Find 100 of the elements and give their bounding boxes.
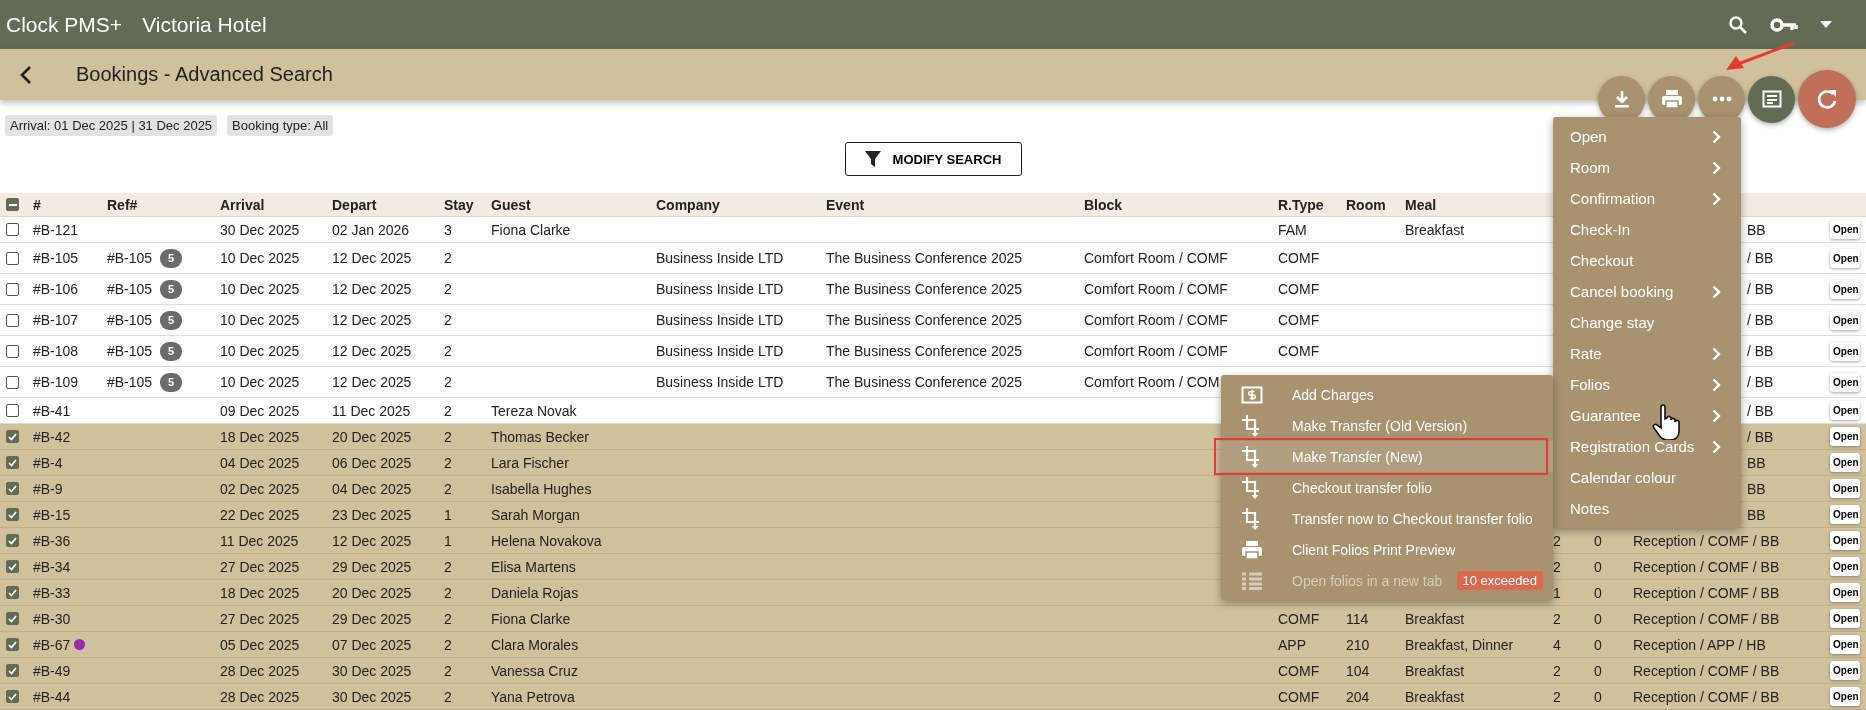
open-button[interactable]: Open [1830, 531, 1860, 550]
open-button[interactable]: Open [1830, 583, 1860, 602]
printer-icon [1241, 539, 1263, 560]
table-cell: / BB [1747, 281, 1774, 297]
table-row[interactable]: #B-44 28 Dec 2025 30 Dec 2025 2 Yana Petrova COMF 204 Breakfast 2 0 Reception / COMF / BB Open [0, 684, 1866, 710]
table-row[interactable]: #B-49 28 Dec 2025 30 Dec 2025 2 Vanessa Cruz COMF 104 Breakfast 2 0 Reception / COMF / BB Open [0, 658, 1866, 684]
table-cell: 30 Dec 2025 [220, 221, 300, 238]
table-cell: COMF [1278, 250, 1320, 266]
table-cell: COMF [1278, 688, 1320, 705]
table-cell: / BB [1747, 428, 1774, 445]
row-checkbox[interactable] [6, 508, 19, 521]
table-cell: #B-105 [33, 250, 79, 266]
table-cell: 12 Dec 2025 [332, 343, 412, 359]
table-cell: 04 Dec 2025 [220, 454, 300, 471]
open-button[interactable]: Open [1830, 557, 1860, 576]
open-button[interactable]: Open [1830, 427, 1860, 446]
refresh-button[interactable] [1798, 70, 1856, 128]
select-all-checkbox[interactable] [6, 198, 19, 211]
table-row[interactable]: #B-30 27 Dec 2025 29 Dec 2025 2 Fiona Clarke COMF 114 Breakfast 2 0 Reception / COMF / BB Open [0, 606, 1866, 632]
row-checkbox[interactable] [6, 612, 19, 625]
table-cell: 2 [444, 343, 452, 359]
open-button[interactable]: Open [1830, 248, 1860, 268]
table-cell: 04 Dec 2025 [332, 480, 412, 497]
table-cell: #B-4 [33, 454, 63, 471]
row-checkbox[interactable] [6, 638, 19, 651]
table-cell: 22 Dec 2025 [220, 506, 300, 523]
table-cell: 0 [1594, 610, 1602, 627]
open-button[interactable]: Open [1830, 220, 1860, 239]
row-checkbox[interactable] [6, 430, 19, 443]
open-button[interactable]: Open [1830, 279, 1860, 299]
modify-search-button[interactable]: MODIFY SEARCH [844, 142, 1022, 176]
open-button[interactable]: Open [1830, 505, 1860, 524]
open-button[interactable]: Open [1830, 341, 1860, 361]
table-cell: 06 Dec 2025 [332, 454, 412, 471]
table-cell: 2 [444, 250, 452, 266]
open-button[interactable]: Open [1830, 401, 1860, 420]
row-checkbox[interactable] [6, 282, 19, 296]
hand-cursor-icon [1652, 404, 1680, 440]
table-row[interactable]: #B-67 05 Dec 2025 07 Dec 2025 2 Clara Morales APP 210 Breakfast, Dinner 4 0 Reception / APP / HB Open [0, 632, 1866, 658]
table-cell: 210 [1346, 636, 1370, 653]
row-checkbox[interactable] [6, 586, 19, 599]
table-cell: 29 Dec 2025 [332, 610, 412, 627]
table-cell: Business Inside LTD [656, 250, 784, 266]
open-button[interactable]: Open [1830, 661, 1860, 680]
table-cell: 11 Dec 2025 [220, 532, 299, 549]
table-cell: Comfort Room / COMF [1084, 343, 1228, 359]
table-cell: #B-34 [33, 558, 71, 575]
table-cell: #B-107 [33, 312, 79, 328]
check-icon [8, 614, 17, 623]
row-checkbox[interactable] [6, 456, 19, 469]
table-cell: 2 [444, 312, 452, 328]
row-checkbox[interactable] [6, 375, 19, 389]
row-checkbox[interactable] [6, 534, 19, 547]
table-cell: 0 [1594, 584, 1602, 601]
row-checkbox[interactable] [6, 664, 19, 677]
table-cell: 12 Dec 2025 [332, 532, 412, 549]
back-icon[interactable] [20, 64, 32, 85]
column-header: Event [826, 196, 866, 213]
table-cell: 2 [1553, 558, 1561, 575]
table-cell: 0 [1594, 532, 1602, 549]
check-icon [8, 588, 17, 597]
table-cell: 1 [1553, 584, 1561, 601]
caret-icon[interactable] [1820, 21, 1832, 28]
open-button[interactable]: Open [1830, 372, 1860, 392]
check-icon [8, 666, 17, 675]
row-checkbox[interactable] [6, 313, 19, 327]
table-cell: 2 [1553, 532, 1561, 549]
row-checkbox[interactable] [6, 344, 19, 358]
open-button[interactable]: Open [1830, 609, 1860, 628]
table-cell: Helena Novakova [491, 532, 602, 549]
table-cell: 0 [1594, 558, 1602, 575]
filter-chip: Arrival: 01 Dec 2025 | 31 Dec 2025 [5, 115, 218, 136]
row-checkbox[interactable] [6, 482, 19, 495]
open-button[interactable]: Open [1830, 479, 1860, 498]
table-cell: 2 [444, 584, 452, 601]
open-button[interactable]: Open [1830, 635, 1860, 654]
table-cell: 11 Dec 2025 [332, 402, 411, 419]
table-cell: Breakfast [1405, 610, 1465, 627]
row-checkbox[interactable] [6, 404, 19, 417]
row-checkbox[interactable] [6, 223, 19, 236]
search-icon[interactable] [1728, 14, 1748, 35]
check-icon [8, 692, 17, 701]
table-cell: Reception / APP / HB [1633, 636, 1766, 653]
table-cell: Reception / COMF / BB [1633, 688, 1780, 705]
row-checkbox[interactable] [6, 251, 19, 265]
table-cell: 2 [444, 454, 452, 471]
open-button[interactable]: Open [1830, 453, 1860, 472]
row-checkbox[interactable] [6, 560, 19, 573]
table-cell: 2 [444, 402, 452, 419]
row-checkbox[interactable] [6, 690, 19, 703]
open-button[interactable]: Open [1830, 687, 1860, 706]
count-badge: 5 [160, 310, 183, 330]
key-icon[interactable] [1770, 16, 1798, 33]
table-cell: 2 [444, 428, 452, 445]
column-header: Stay [444, 196, 475, 213]
table-cell: #B-106 [33, 281, 79, 297]
table-cell: Reception / COMF / BB [1633, 662, 1780, 679]
table-cell: / BB [1747, 374, 1774, 390]
open-button[interactable]: Open [1830, 310, 1860, 330]
table-cell: The Business Conference 2025 [826, 343, 1023, 359]
